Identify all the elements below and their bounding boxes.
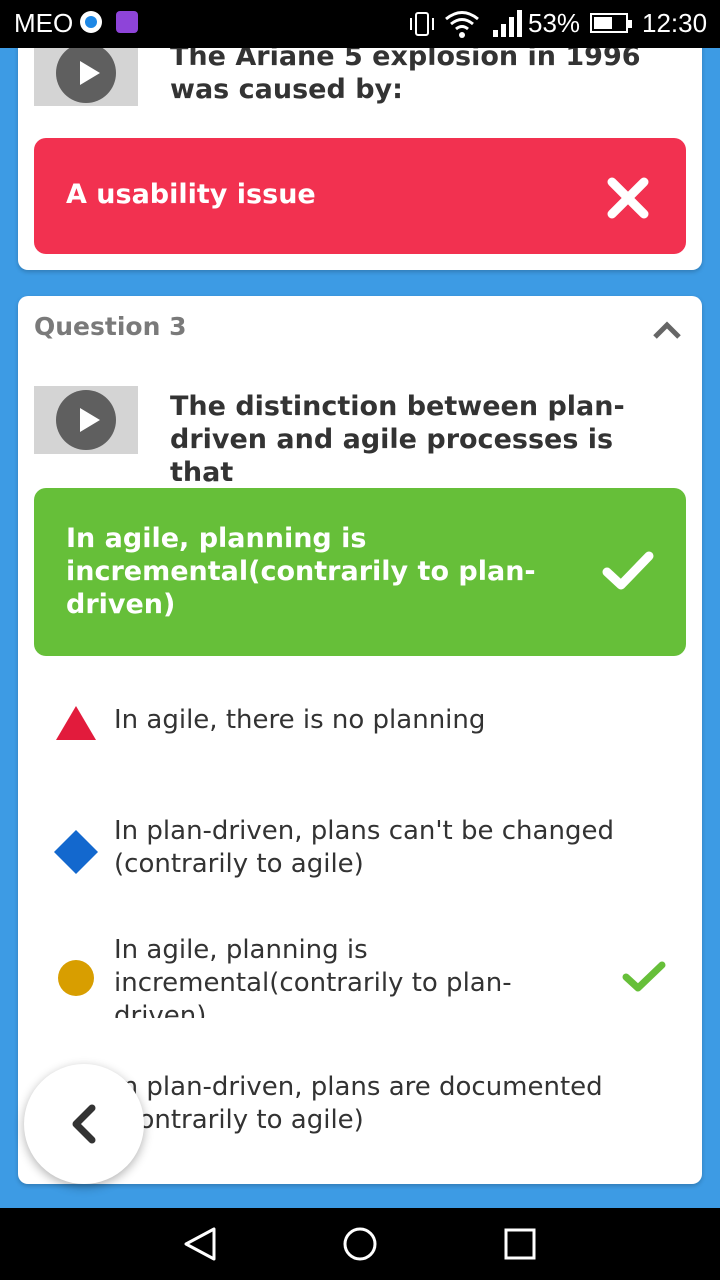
previous-question-card: The Ariane 5 explosion in 1996 was cause… bbox=[18, 20, 702, 270]
answer-label: In agile, planning is incremental(contra… bbox=[66, 523, 536, 620]
cross-icon bbox=[607, 177, 649, 219]
video-thumbnail[interactable] bbox=[34, 386, 138, 454]
answer-label: A usability issue bbox=[66, 179, 316, 210]
check-icon bbox=[602, 551, 654, 590]
option-text: In agile, planning is incremental(contra… bbox=[114, 935, 512, 1018]
selected-answer-correct: In agile, planning is incremental(contra… bbox=[34, 488, 686, 656]
question-card: Question 3 The distinction between plan-… bbox=[18, 296, 702, 1184]
app-notification-icon bbox=[80, 11, 102, 33]
gallery-notification-icon bbox=[116, 11, 138, 33]
question-text: The distinction between plan-driven and … bbox=[170, 391, 625, 488]
carrier-label: MEO bbox=[14, 8, 74, 38]
triangle-icon bbox=[56, 706, 96, 740]
answer-option-circle: In agile, planning is incremental(contra… bbox=[18, 932, 702, 1018]
back-button[interactable] bbox=[24, 1064, 144, 1184]
diamond-icon bbox=[54, 830, 98, 874]
battery-icon bbox=[590, 13, 632, 33]
battery-percentage: 53% bbox=[528, 8, 581, 38]
status-bar: MEO 53% 12:30 bbox=[0, 0, 720, 48]
navigation-bar bbox=[0, 1208, 720, 1280]
chevron-left-icon bbox=[72, 1104, 96, 1144]
question-text: The Ariane 5 explosion in 1996 was cause… bbox=[170, 41, 641, 105]
home-nav-icon[interactable] bbox=[342, 1226, 378, 1262]
answer-option-triangle: In agile, there is no planning bbox=[18, 702, 702, 762]
wifi-icon bbox=[445, 11, 479, 38]
video-thumbnail[interactable] bbox=[34, 40, 138, 106]
selected-answer-wrong: A usability issue bbox=[34, 138, 686, 254]
clock: 12:30 bbox=[642, 8, 708, 38]
recents-nav-icon[interactable] bbox=[502, 1226, 538, 1262]
answer-option-diamond: In plan-driven, plans can't be changed (… bbox=[18, 814, 702, 894]
option-text: In plan-driven, plans can't be changed (… bbox=[114, 816, 614, 879]
vibrate-icon bbox=[410, 12, 434, 36]
question-number: Question 3 bbox=[34, 312, 187, 341]
option-text: In agile, there is no planning bbox=[114, 705, 486, 735]
correct-check-icon bbox=[622, 961, 666, 992]
circle-icon bbox=[58, 960, 94, 996]
signal-icon bbox=[493, 10, 522, 37]
back-nav-icon[interactable] bbox=[182, 1226, 218, 1262]
option-text: In plan-driven, plans are documented (co… bbox=[114, 1072, 603, 1135]
chevron-up-icon[interactable] bbox=[652, 320, 682, 340]
